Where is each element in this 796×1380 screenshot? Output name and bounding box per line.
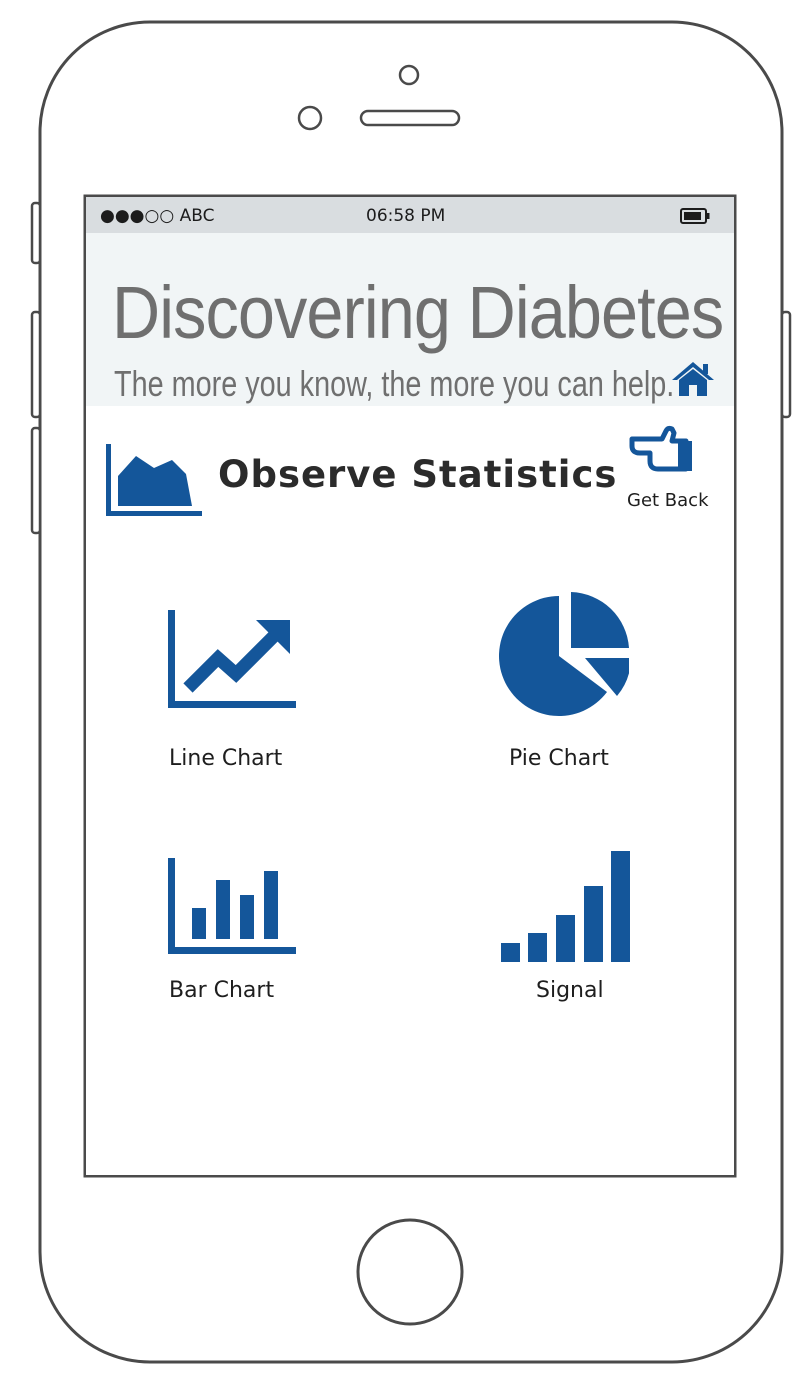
pie-chart-tile[interactable]: Pie Chart: [491, 592, 651, 777]
line-chart-tile[interactable]: Line Chart: [156, 602, 316, 777]
status-time: 06:58 PM: [366, 206, 446, 226]
signal-tile[interactable]: Signal: [491, 847, 651, 1012]
home-icon[interactable]: [670, 360, 716, 398]
bar-chart-tile[interactable]: Bar Chart: [156, 852, 316, 1012]
line-chart-icon: [168, 610, 296, 708]
mute-switch: [30, 201, 42, 265]
battery-icon: [680, 208, 710, 224]
status-bar: ●●●○○ ABC 06:58 PM: [86, 197, 734, 233]
pie-chart-label: Pie Chart: [509, 746, 609, 771]
line-chart-label: Line Chart: [169, 746, 283, 771]
signal-icon: [501, 851, 630, 962]
pie-chart-icon: [499, 592, 629, 716]
volume-down-button[interactable]: [30, 426, 42, 535]
app-title: Discovering Diabetes: [112, 271, 724, 354]
power-button[interactable]: [780, 310, 792, 419]
screen: ●●●○○ ABC 06:58 PM Discovering Diabetes …: [86, 197, 734, 1175]
get-back-button[interactable]: Get Back: [618, 425, 718, 515]
app-banner: Discovering Diabetes The more you know, …: [86, 233, 734, 406]
get-back-label: Get Back: [627, 490, 709, 511]
earpiece-speaker: [359, 109, 461, 127]
carrier-signal: ●●●○○ ABC: [100, 206, 215, 226]
front-camera: [398, 64, 420, 86]
bar-chart-icon: [168, 858, 296, 954]
volume-up-button[interactable]: [30, 310, 42, 419]
pointing-hand-icon: [629, 425, 692, 472]
area-chart-icon: [106, 444, 202, 516]
home-button[interactable]: [356, 1218, 464, 1326]
bar-chart-label: Bar Chart: [169, 978, 275, 1003]
proximity-sensor: [297, 105, 323, 131]
section-title: Observe Statistics: [218, 453, 618, 496]
app-tagline: The more you know, the more you can help…: [114, 363, 675, 404]
signal-label: Signal: [536, 978, 604, 1003]
